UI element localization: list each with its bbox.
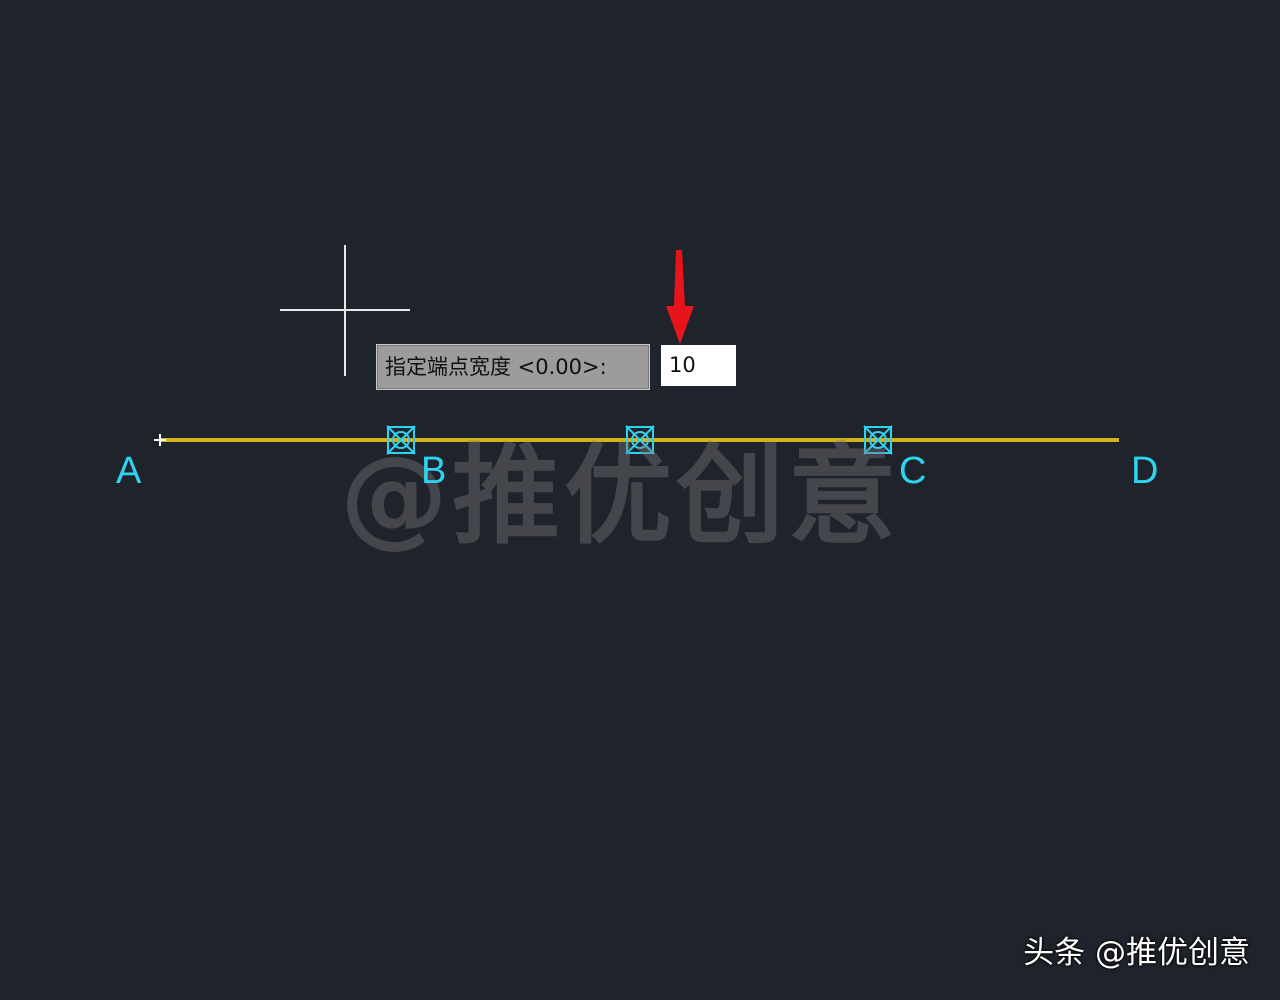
point-label-a: A: [116, 450, 142, 492]
dynamic-input-prompt: 指定端点宽度 <0.00>:: [376, 344, 650, 390]
drawing-canvas[interactable]: @推优创意 A B C D 指定端点宽度 <0.00>: 头条 @推优创意: [0, 0, 1280, 1000]
point-label-c: C: [899, 450, 927, 492]
point-label-d: D: [1131, 450, 1159, 492]
crosshair-cursor-vertical: [344, 245, 346, 376]
down-arrow-icon: [666, 250, 694, 344]
start-point-marker: [154, 434, 166, 446]
watermark-corner: 头条 @推优创意: [1023, 935, 1250, 971]
endpoint-width-input[interactable]: [661, 345, 736, 386]
point-label-b: B: [421, 450, 447, 492]
